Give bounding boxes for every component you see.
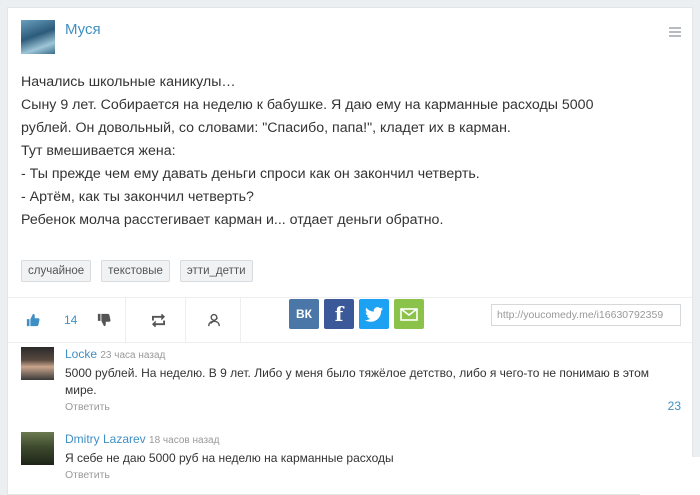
tag[interactable]: случайное — [21, 260, 92, 282]
divider — [185, 298, 186, 342]
facebook-icon: f — [334, 302, 344, 326]
post-line: Тут вмешивается жена: — [21, 143, 176, 159]
thumbs-up-icon — [26, 313, 40, 327]
post-line: Сыну 9 лет. Собирается на неделю к бабуш… — [21, 97, 594, 113]
divider — [125, 298, 126, 342]
comment-text: 5000 рублей. На неделю. В 9 лет. Либо у … — [65, 366, 649, 397]
vk-share-button[interactable]: ВК — [289, 299, 319, 329]
share-url-field[interactable]: http://youcomedy.me/i16630792359 — [491, 304, 681, 326]
author-name[interactable]: Муся — [65, 21, 101, 38]
comment: Dmitry Lazarev 18 часов назад Я себе не … — [21, 432, 681, 488]
post-header: Муся — [21, 20, 681, 56]
post-card: Муся Начались школьные каникулы… Сыну 9 … — [7, 7, 693, 495]
email-share-button[interactable] — [394, 299, 424, 329]
like-count: 14 — [64, 313, 78, 327]
divider — [240, 298, 241, 342]
corner-overlay — [640, 457, 700, 495]
comment-author-line: Locke 23 часа назад — [65, 347, 165, 361]
action-bar: 14 ВК f http://youcomedy.me/i16630792359 — [8, 297, 692, 343]
post-text: Начались школьные каникулы… Сыну 9 лет. … — [21, 71, 681, 232]
post-line: Ребенок молча расстегивает карман и... о… — [21, 212, 444, 228]
comment-rating: 23 — [667, 399, 681, 413]
reply-button[interactable]: Ответить — [65, 469, 110, 481]
menu-icon[interactable] — [669, 27, 681, 38]
post-line: - Ты прежде чем ему давать деньги спроси… — [21, 166, 480, 182]
like-button[interactable] — [26, 298, 40, 342]
comment-author-line: Dmitry Lazarev 18 часов назад — [65, 432, 219, 446]
facebook-share-button[interactable]: f — [324, 299, 354, 329]
like-count-wrap: 14 — [64, 298, 77, 342]
comment-avatar[interactable] — [21, 347, 54, 380]
twitter-icon — [365, 306, 383, 322]
post-line: - Артём, как ты закончил четверть? — [21, 189, 254, 205]
twitter-share-button[interactable] — [359, 299, 389, 329]
user-share-icon — [208, 313, 220, 327]
comment-author[interactable]: Dmitry Lazarev — [65, 432, 146, 446]
repost-button[interactable] — [151, 298, 166, 342]
thumbs-down-icon — [97, 313, 111, 327]
repost-icon — [152, 313, 165, 327]
reply-button[interactable]: Ответить — [65, 401, 110, 413]
comment-time: 23 часа назад — [100, 350, 166, 361]
tag[interactable]: этти_детти — [179, 260, 253, 282]
dislike-button[interactable] — [97, 298, 111, 342]
post-line: рублей. Он довольный, со словами: "Спаси… — [21, 120, 511, 136]
comment: Locke 23 часа назад 5000 рублей. На неде… — [21, 347, 681, 419]
author-avatar[interactable] — [21, 20, 55, 54]
comment-time: 18 часов назад — [149, 435, 220, 446]
comment-avatar[interactable] — [21, 432, 54, 465]
share-people-button[interactable] — [207, 298, 221, 342]
tag-list: случайное текстовые этти_детти — [21, 260, 263, 282]
mail-icon — [400, 307, 418, 321]
post-line: Начались школьные каникулы… — [21, 74, 236, 90]
vk-icon: ВК — [296, 307, 312, 321]
comment-text: Я себе не даю 5000 руб на неделю на карм… — [65, 451, 394, 465]
tag[interactable]: текстовые — [101, 260, 170, 282]
comment-author[interactable]: Locke — [65, 347, 97, 361]
